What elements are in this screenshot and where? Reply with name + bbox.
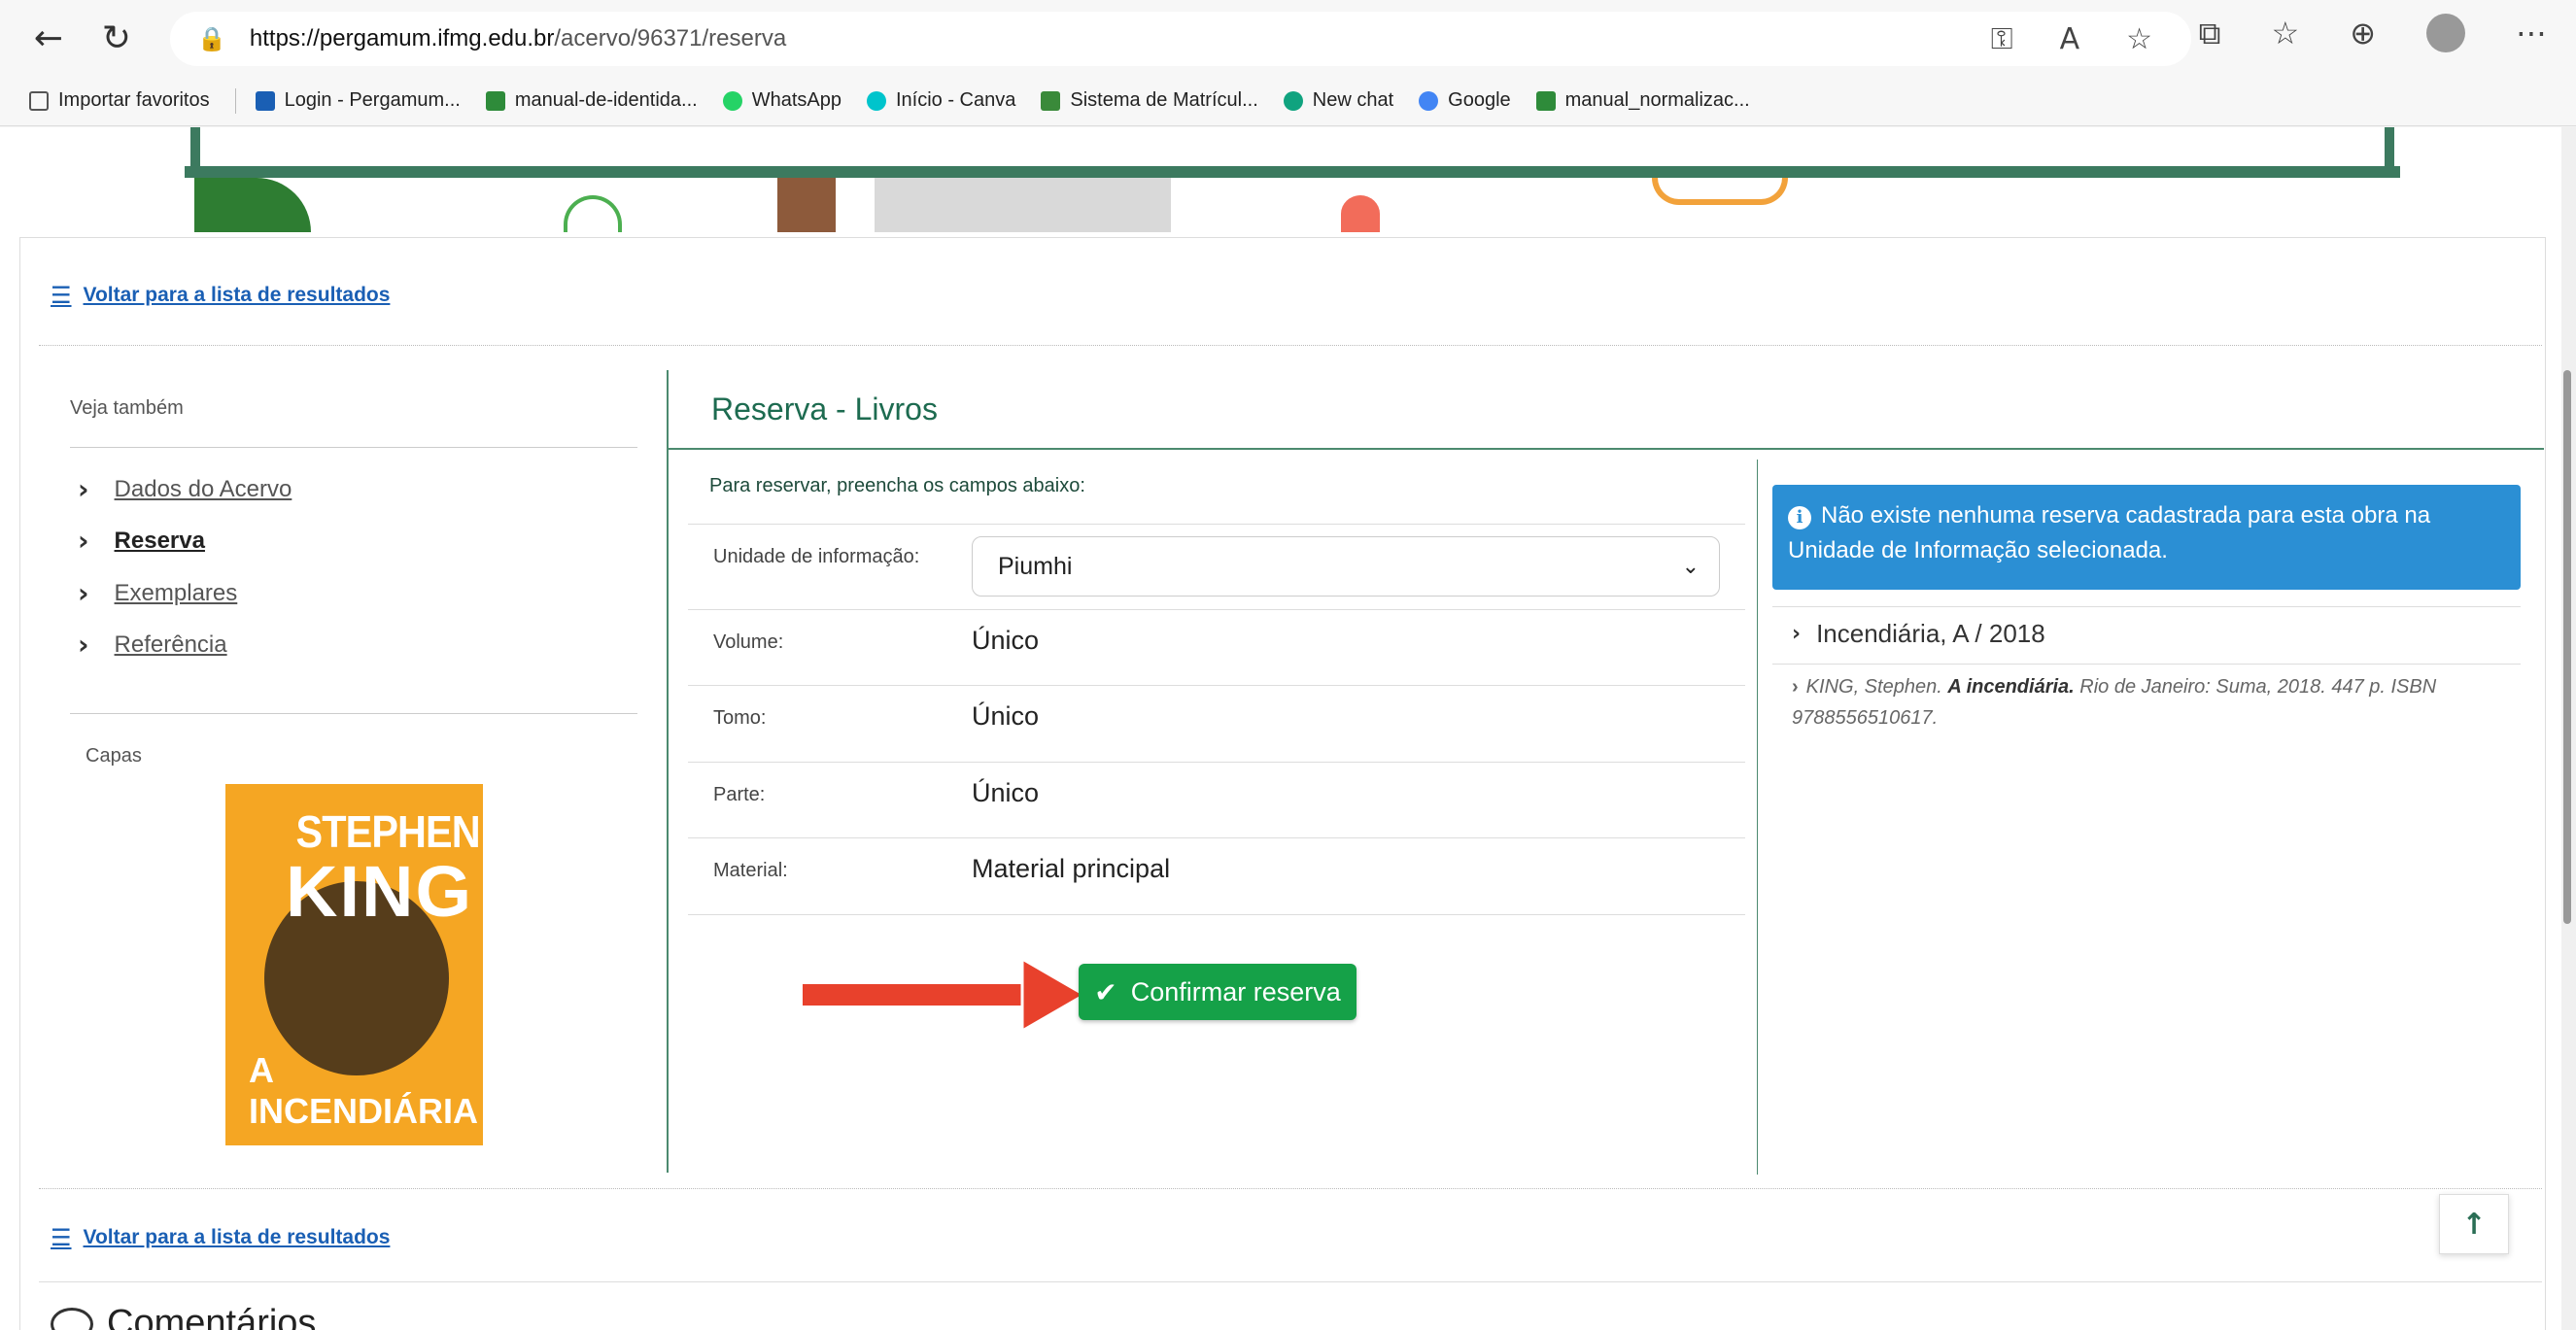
back-arrow-icon[interactable]: ←	[19, 9, 78, 67]
row-divider	[688, 685, 1745, 686]
chevron-right-icon: ›	[78, 473, 89, 505]
row-divider	[688, 762, 1745, 763]
reference-title[interactable]: › Incendiária, A / 2018	[1792, 619, 2045, 649]
sidebar-divider	[70, 447, 637, 448]
list-icon: ☰	[51, 282, 72, 309]
bookmark-whatsapp[interactable]: WhatsApp	[722, 89, 841, 112]
bookmark-manual-normalizacao[interactable]: manual_normalizac...	[1535, 89, 1750, 112]
cover-author-last: KING	[286, 851, 473, 932]
chevron-down-icon: ⌄	[1681, 554, 1700, 579]
more-menu-icon[interactable]: ⋯	[2516, 15, 2547, 51]
sidebar-item-exemplares[interactable]: › Exemplares	[78, 577, 237, 609]
banner-decoration	[777, 178, 836, 232]
browser-actions: ⧉ ☆ ⊕ ⋯	[2199, 14, 2547, 52]
divider	[39, 1188, 2542, 1189]
bookmark-sistema-matricula[interactable]: Sistema de Matrícul...	[1041, 89, 1258, 112]
bookmark-pergamum[interactable]: Login - Pergamum...	[255, 89, 461, 112]
see-also-heading: Veja também	[70, 397, 184, 419]
url-host: https://pergamum.ifmg.edu.br	[249, 25, 555, 51]
banner-decoration	[194, 178, 311, 232]
bookmark-import-favorites[interactable]: Importar favoritos	[29, 89, 210, 112]
field-label-tomo: Tomo:	[713, 707, 767, 729]
field-label-unidade: Unidade de informação:	[713, 546, 920, 567]
divider	[39, 1281, 2542, 1282]
info-icon: i	[1788, 506, 1811, 529]
cover-title: A INCENDIÁRIA	[249, 1050, 479, 1131]
page-title: Reserva - Livros	[711, 392, 938, 426]
comments-heading: Comentários	[51, 1303, 316, 1330]
address-bar[interactable]: 🔒 https://pergamum.ifmg.edu.br /acervo/9…	[170, 12, 2191, 66]
comment-bubble-icon	[51, 1307, 93, 1330]
row-divider	[688, 914, 1745, 915]
banner-decoration	[875, 178, 1171, 232]
lock-icon: 🔒	[197, 25, 226, 52]
row-divider	[688, 609, 1745, 610]
reload-icon[interactable]: ↻	[87, 9, 146, 67]
title-underline	[669, 448, 2544, 450]
chevron-right-icon: ›	[78, 525, 89, 557]
field-value-parte: Único	[972, 778, 1040, 807]
bookmark-manual-identidade[interactable]: manual-de-identida...	[485, 89, 698, 112]
key-icon[interactable]: ⚿	[1991, 22, 2013, 56]
profile-avatar[interactable]	[2426, 14, 2465, 52]
banner-decoration	[1652, 178, 1788, 205]
column-divider	[1757, 460, 1758, 1175]
chevron-right-icon: ›	[1792, 676, 1799, 698]
form-instructions: Para reservar, preencha os campos abaixo…	[709, 475, 1085, 496]
info-alert: i Não existe nenhuma reserva cadastrada p…	[1772, 485, 2521, 590]
browser-toolbar: ← ↻ 🔒 https://pergamum.ifmg.edu.br /acer…	[0, 0, 2576, 76]
url-path: /acervo/96371/reserva	[554, 25, 787, 51]
banner-decoration	[564, 195, 622, 232]
field-value-material: Material principal	[972, 854, 1171, 883]
book-cover-image[interactable]: STEPHEN KING A INCENDIÁRIA	[225, 784, 483, 1145]
sidebar-divider	[70, 713, 637, 714]
field-value-tomo: Único	[972, 701, 1040, 731]
annotation-arrow-icon	[803, 956, 1084, 1034]
panel-divider	[1772, 606, 2521, 607]
collections-icon[interactable]: ⊕	[2350, 15, 2376, 51]
chevron-right-icon: ›	[1792, 622, 1802, 646]
chevron-right-icon: ›	[78, 629, 89, 661]
list-icon: ☰	[51, 1224, 72, 1251]
section-divider	[667, 370, 669, 1173]
back-to-results-link-bottom[interactable]: ☰ Voltar para a lista de resultados	[51, 1224, 390, 1251]
scroll-to-top-button[interactable]: ↑	[2439, 1194, 2509, 1254]
reference-citation: › KING, Stephen. A incendiária. Rio de Ja…	[1792, 676, 2437, 729]
banner-box	[190, 127, 2394, 176]
page-content: ☰ Voltar para a lista de resultados Veja…	[0, 127, 2576, 1330]
banner-decoration	[1341, 195, 1380, 232]
check-icon: ✔	[1094, 975, 1117, 1008]
row-divider	[688, 524, 1745, 525]
bookmark-canva[interactable]: Início - Canva	[866, 89, 1015, 112]
panel-divider	[1772, 664, 2521, 665]
confirm-reservation-button[interactable]: ✔ Confirmar reserva	[1079, 964, 1357, 1020]
back-to-results-link-top[interactable]: ☰ Voltar para a lista de resultados	[51, 282, 390, 309]
row-divider	[688, 837, 1745, 838]
favorites-icon[interactable]: ☆	[2272, 15, 2300, 51]
favorite-star-icon[interactable]: ☆	[2126, 22, 2152, 56]
bookmark-google[interactable]: Google	[1419, 89, 1511, 112]
field-value-volume: Único	[972, 626, 1040, 655]
chevron-right-icon: ›	[78, 577, 89, 609]
unidade-select[interactable]: Piumhi ⌄	[972, 536, 1720, 597]
scrollbar-thumb[interactable]	[2563, 370, 2571, 924]
bookmarks-bar: Importar favoritos Login - Pergamum... m…	[0, 76, 2576, 126]
divider	[39, 345, 2542, 346]
field-label-parte: Parte:	[713, 784, 766, 805]
bookmark-new-chat[interactable]: New chat	[1283, 89, 1393, 112]
sidebar-item-reserva[interactable]: › Reserva	[78, 525, 205, 557]
reference-book-title: A incendiária.	[1947, 676, 2075, 698]
header-banner	[0, 127, 2576, 232]
field-label-material: Material:	[713, 860, 788, 881]
page-scrollbar[interactable]	[2561, 127, 2576, 1330]
extensions-icon[interactable]: ⧉	[2199, 15, 2221, 52]
read-aloud-icon[interactable]: A	[2060, 22, 2080, 56]
sidebar-item-referencia[interactable]: › Referência	[78, 629, 227, 661]
bookmark-separator	[234, 87, 236, 114]
address-icons: ⚿ A ☆	[1991, 22, 2152, 56]
field-label-volume: Volume:	[713, 631, 784, 653]
sidebar-item-dados-acervo[interactable]: › Dados do Acervo	[78, 473, 292, 505]
covers-label: Capas	[86, 745, 142, 767]
